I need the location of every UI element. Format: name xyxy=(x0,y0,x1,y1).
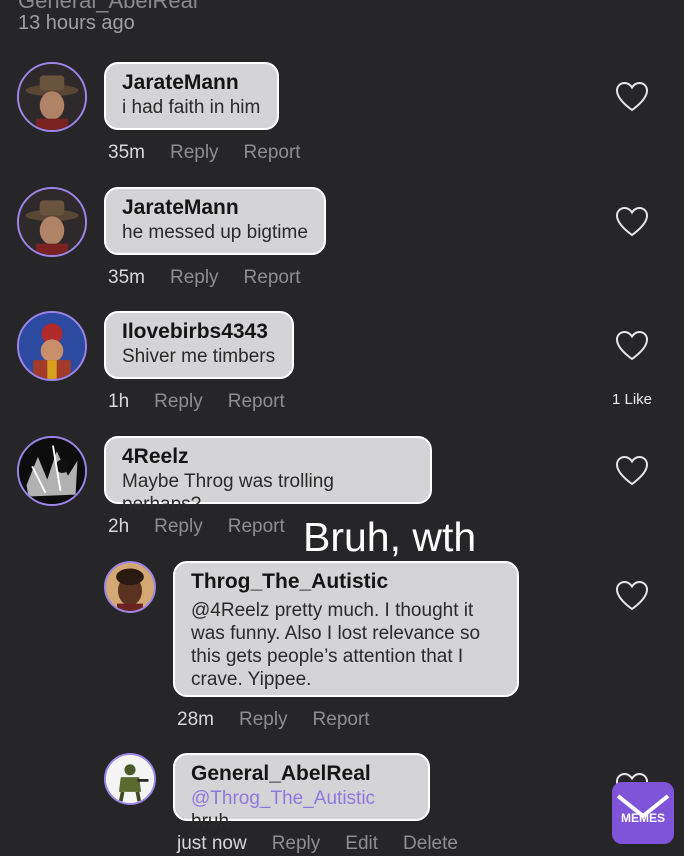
avatar[interactable] xyxy=(17,311,87,381)
comment-time: 35m xyxy=(108,142,145,163)
post-timestamp: 13 hours ago xyxy=(18,12,135,34)
memes-logo: MEMES xyxy=(612,782,674,844)
comment-username[interactable]: 4Reelz xyxy=(122,444,414,470)
meme-caption: Bruh, wth xyxy=(303,514,477,560)
comment-bubble: 4Reelz Maybe Throg was trolling perhaps? xyxy=(104,436,432,515)
comment-time: 28m xyxy=(177,709,214,730)
comment-username[interactable]: Throg_The_Autistic xyxy=(191,569,501,595)
comment-meta: just now Reply Edit Delete xyxy=(177,833,483,855)
comment-bubble: JarateMann i had faith in him xyxy=(104,62,279,130)
comment-username[interactable]: JarateMann xyxy=(122,70,261,96)
reply-button[interactable]: Reply xyxy=(239,709,288,731)
reply-button[interactable]: Reply xyxy=(154,516,203,538)
comment-time: 2h xyxy=(108,516,130,537)
heart-icon[interactable] xyxy=(615,329,649,363)
comment-meta: 35m Reply Report xyxy=(108,267,326,289)
comment-time: 1h xyxy=(108,391,130,412)
reply-button[interactable]: Reply xyxy=(154,391,203,413)
comment-username[interactable]: General_AbelReal xyxy=(191,761,412,787)
comment-meta: 2h Reply Report xyxy=(108,516,310,538)
comment-bubble: JarateMann he messed up bigtime xyxy=(104,187,326,255)
comment-time: 35m xyxy=(108,267,145,288)
comment-meta: 28m Reply Report xyxy=(177,709,395,731)
comment-text: @4Reelz pretty much. I thought it was fu… xyxy=(191,600,481,690)
report-button[interactable]: Report xyxy=(228,516,285,538)
comment-text: Maybe Throg was trolling perhaps? xyxy=(122,471,334,515)
mention-link[interactable]: @Throg_The_Autistic xyxy=(191,788,375,809)
report-button[interactable]: Report xyxy=(244,267,301,289)
comment-username[interactable]: JarateMann xyxy=(122,195,308,221)
avatar[interactable] xyxy=(104,561,156,613)
report-button[interactable]: Report xyxy=(313,709,370,731)
delete-button[interactable]: Delete xyxy=(403,833,458,855)
comment-bubble: Ilovebirbs4343 Shiver me timbers xyxy=(104,311,294,379)
comment-username[interactable]: Ilovebirbs4343 xyxy=(122,319,276,345)
heart-icon[interactable] xyxy=(615,80,649,114)
reply-button[interactable]: Reply xyxy=(170,142,219,164)
avatar[interactable] xyxy=(104,753,156,805)
reply-button[interactable]: Reply xyxy=(272,833,321,855)
comment-text: he messed up bigtime xyxy=(122,222,308,243)
reply-button[interactable]: Reply xyxy=(170,267,219,289)
comment-body: bruh xyxy=(191,811,230,832)
avatar[interactable] xyxy=(17,436,87,506)
avatar[interactable] xyxy=(17,62,87,132)
comment-bubble: Throg_The_Autistic @4Reelz pretty much. … xyxy=(173,561,519,697)
report-button[interactable]: Report xyxy=(244,142,301,164)
avatar[interactable] xyxy=(17,187,87,257)
comment-meta: 1h Reply Report xyxy=(108,391,310,413)
comment-text: i had faith in him xyxy=(122,97,261,118)
report-button[interactable]: Report xyxy=(228,391,285,413)
like-count[interactable]: 1 Like xyxy=(612,391,652,408)
edit-button[interactable]: Edit xyxy=(345,833,378,855)
heart-icon[interactable] xyxy=(615,205,649,239)
heart-icon[interactable] xyxy=(615,454,649,488)
comment-time: just now xyxy=(177,833,247,854)
comment-bubble: General_AbelReal @Throg_The_Autistic bru… xyxy=(173,753,430,832)
heart-icon[interactable] xyxy=(615,579,649,613)
memes-logo-text: MEMES xyxy=(620,811,665,825)
comment-meta: 35m Reply Report xyxy=(108,142,326,164)
comment-text: Shiver me timbers xyxy=(122,346,276,367)
comment-text: @Throg_The_Autistic bruh xyxy=(191,787,412,833)
